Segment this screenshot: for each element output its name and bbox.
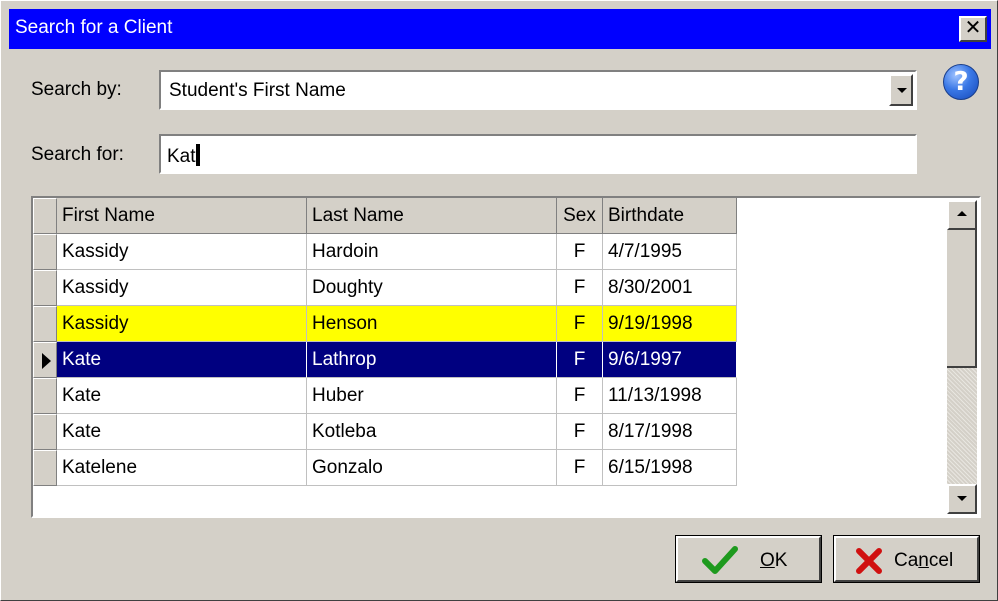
cell-last-name: Hardoin <box>307 234 557 270</box>
help-icon[interactable]: ? <box>943 64 979 100</box>
title-bar[interactable]: Search for a Client ✕ <box>9 9 991 49</box>
arrow-up-icon <box>957 211 967 216</box>
vertical-scrollbar[interactable] <box>947 200 977 514</box>
column-header-first-name[interactable]: First Name <box>57 198 307 234</box>
close-icon: ✕ <box>964 17 982 39</box>
cell-sex: F <box>557 342 603 378</box>
text-caret <box>195 144 200 166</box>
cell-last-name: Lathrop <box>307 342 557 378</box>
cell-birthdate: 8/30/2001 <box>603 270 737 306</box>
table-header: First Name Last Name Sex Birthdate <box>33 198 738 234</box>
ok-button[interactable]: OK <box>675 535 822 583</box>
x-icon <box>856 548 882 574</box>
cancel-button[interactable]: Cancel <box>833 535 980 583</box>
table-row[interactable]: Kate Kotleba F 8/17/1998 <box>33 414 738 450</box>
row-selector[interactable] <box>33 414 57 450</box>
cell-first-name: Kate <box>57 414 307 450</box>
cell-sex: F <box>557 450 603 486</box>
table-row-highlighted[interactable]: Kassidy Henson F 9/19/1998 <box>33 306 738 342</box>
table-row[interactable]: Kassidy Hardoin F 4/7/1995 <box>33 234 738 270</box>
chevron-down-icon <box>897 88 907 93</box>
search-by-dropdown[interactable]: Student's First Name <box>159 70 917 110</box>
search-for-input[interactable]: Kat <box>159 134 917 174</box>
cell-first-name: Katelene <box>57 450 307 486</box>
column-header-last-name[interactable]: Last Name <box>307 198 557 234</box>
cell-sex: F <box>557 414 603 450</box>
close-button[interactable]: ✕ <box>959 16 987 42</box>
cell-birthdate: 9/6/1997 <box>603 342 737 378</box>
search-for-label: Search for: <box>31 144 124 165</box>
cell-birthdate: 4/7/1995 <box>603 234 737 270</box>
cell-last-name: Doughty <box>307 270 557 306</box>
header-selector-cell <box>33 198 57 234</box>
window-title: Search for a Client <box>15 17 173 38</box>
column-header-birthdate[interactable]: Birthdate <box>603 198 737 234</box>
scroll-thumb[interactable] <box>947 230 977 368</box>
cell-birthdate: 6/15/1998 <box>603 450 737 486</box>
row-selector[interactable] <box>33 342 57 378</box>
row-selector[interactable] <box>33 306 57 342</box>
cell-first-name: Kassidy <box>57 270 307 306</box>
row-selector[interactable] <box>33 234 57 270</box>
table-row[interactable]: Kate Huber F 11/13/1998 <box>33 378 738 414</box>
table-row[interactable]: Katelene Gonzalo F 6/15/1998 <box>33 450 738 486</box>
cell-birthdate: 8/17/1998 <box>603 414 737 450</box>
cell-last-name: Gonzalo <box>307 450 557 486</box>
cell-birthdate: 9/19/1998 <box>603 306 737 342</box>
cell-sex: F <box>557 234 603 270</box>
table-row-selected[interactable]: Kate Lathrop F 9/6/1997 <box>33 342 738 378</box>
search-by-label: Search by: <box>31 79 122 100</box>
cell-sex: F <box>557 378 603 414</box>
row-selector[interactable] <box>33 378 57 414</box>
row-selector[interactable] <box>33 270 57 306</box>
dropdown-button[interactable] <box>889 74 913 106</box>
cell-first-name: Kassidy <box>57 234 307 270</box>
column-header-sex[interactable]: Sex <box>557 198 603 234</box>
search-for-value: Kat <box>167 146 196 167</box>
cell-first-name: Kassidy <box>57 306 307 342</box>
cell-sex: F <box>557 306 603 342</box>
cell-last-name: Huber <box>307 378 557 414</box>
search-by-value: Student's First Name <box>169 80 346 101</box>
cell-last-name: Kotleba <box>307 414 557 450</box>
cell-last-name: Henson <box>307 306 557 342</box>
current-row-arrow-icon <box>42 353 51 369</box>
cell-first-name: Kate <box>57 342 307 378</box>
ok-button-label: OK <box>760 550 788 571</box>
results-grid[interactable]: First Name Last Name Sex Birthdate Kassi… <box>31 196 981 518</box>
cell-first-name: Kate <box>57 378 307 414</box>
checkmark-icon <box>702 546 738 574</box>
cell-birthdate: 11/13/1998 <box>603 378 737 414</box>
cell-sex: F <box>557 270 603 306</box>
row-selector[interactable] <box>33 450 57 486</box>
search-client-dialog: Search for a Client ✕ Search by: Student… <box>0 0 998 601</box>
cancel-button-label: Cancel <box>894 550 954 571</box>
arrow-down-icon <box>957 496 967 501</box>
scroll-up-button[interactable] <box>947 200 977 230</box>
table-row[interactable]: Kassidy Doughty F 8/30/2001 <box>33 270 738 306</box>
scroll-down-button[interactable] <box>947 484 977 514</box>
